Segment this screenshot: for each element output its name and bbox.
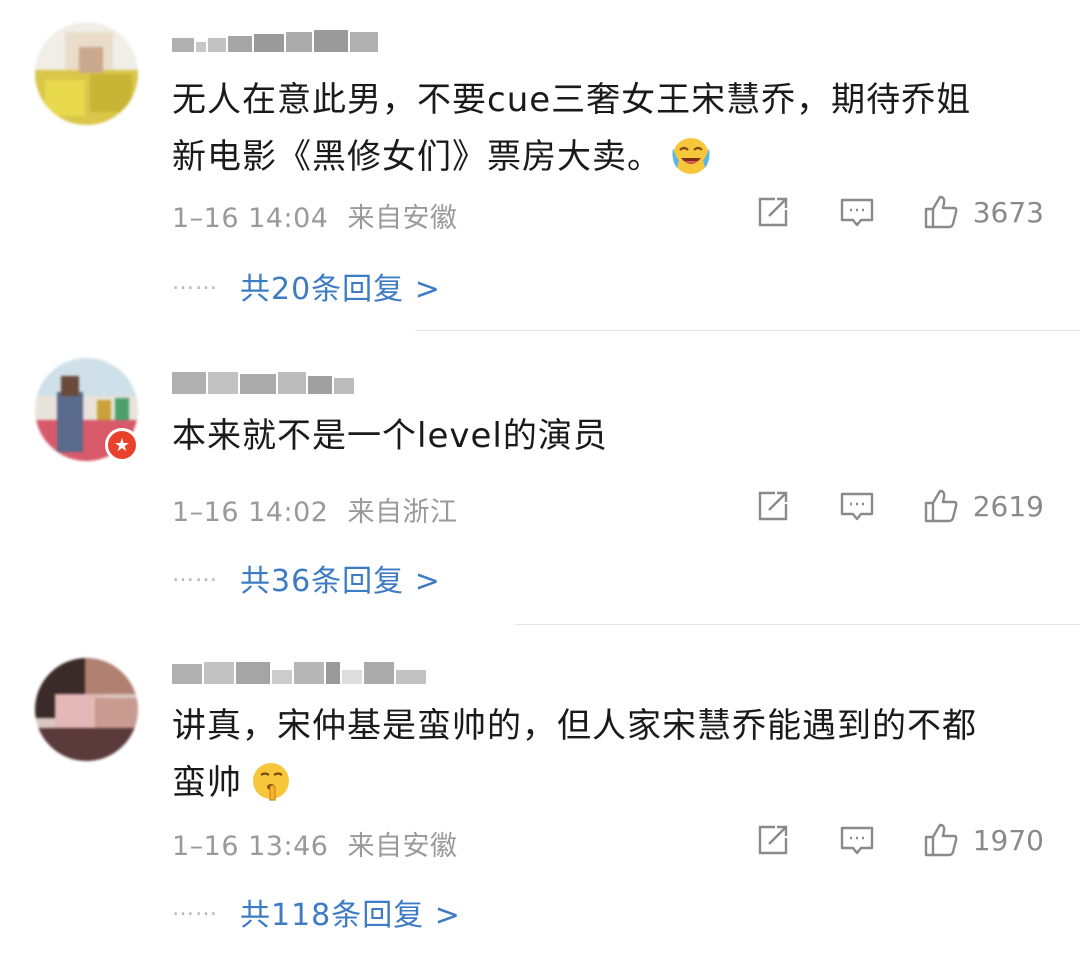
- shushing-face-emoji: [253, 763, 289, 801]
- comment-actions: 3673: [755, 194, 1044, 230]
- comment-meta: 1–16 14:04 来自安徽: [172, 196, 458, 235]
- vip-badge: ★: [105, 428, 139, 462]
- avatar[interactable]: [35, 658, 138, 761]
- comment-icon[interactable]: [839, 488, 875, 524]
- comment-line: 讲真，宋仲基是蛮帅的，但人家宋慧乔能遇到的不都: [172, 706, 977, 746]
- replies-row: …… 共20条回复 >: [172, 264, 441, 308]
- like-button[interactable]: 3673: [923, 194, 1044, 230]
- comment-line: 本来就不是一个level的演员: [172, 416, 608, 456]
- comment-actions: 2619: [755, 488, 1044, 524]
- avatar[interactable]: [35, 22, 138, 125]
- comment-line: 无人在意此男，不要cue三奢女王宋慧乔，期待乔姐: [172, 80, 972, 120]
- reply-dots: ……: [172, 561, 218, 587]
- divider: [515, 624, 1080, 625]
- comment-line: 新电影《黑修女们》票房大卖。: [172, 137, 662, 177]
- view-replies-link[interactable]: 共118条回复 >: [240, 890, 461, 934]
- comment-item: 讲真，宋仲基是蛮帅的，但人家宋慧乔能遇到的不都 蛮帅 1–16 13:46 来自…: [0, 626, 1080, 956]
- like-count: 2619: [972, 489, 1044, 523]
- comment-time: 1–16 13:46: [172, 831, 329, 862]
- share-icon[interactable]: [755, 822, 791, 858]
- username-blurred[interactable]: [172, 30, 378, 52]
- share-icon[interactable]: [755, 194, 791, 230]
- comment-item: ★ 本来就不是一个level的演员 1–16 14:02 来自浙江 2619 ……: [0, 330, 1080, 626]
- comment-text: 无人在意此男，不要cue三奢女王宋慧乔，期待乔姐 新电影《黑修女们》票房大卖。: [172, 72, 1032, 186]
- comment-time: 1–16 14:04: [172, 203, 329, 234]
- comment-meta: 1–16 14:02 来自浙江: [172, 490, 458, 529]
- comment-actions: 1970: [755, 822, 1044, 858]
- username-blurred[interactable]: [172, 662, 426, 684]
- comment-item: 无人在意此男，不要cue三奢女王宋慧乔，期待乔姐 新电影《黑修女们》票房大卖。 …: [0, 0, 1080, 331]
- share-icon[interactable]: [755, 488, 791, 524]
- like-button[interactable]: 2619: [923, 488, 1044, 524]
- replies-row: …… 共118条回复 >: [172, 890, 461, 934]
- comment-location: 来自安徽: [347, 831, 458, 862]
- view-replies-link[interactable]: 共20条回复 >: [240, 264, 441, 308]
- comment-time: 1–16 14:02: [172, 497, 329, 528]
- thumbs-up-icon: [924, 489, 958, 523]
- comment-meta: 1–16 13:46 来自安徽: [172, 824, 458, 863]
- comment-icon[interactable]: [839, 822, 875, 858]
- comment-icon[interactable]: [839, 194, 875, 230]
- reply-dots: ……: [172, 895, 218, 921]
- comment-location: 来自安徽: [347, 203, 458, 234]
- comment-line: 蛮帅: [172, 763, 242, 803]
- comment-text: 讲真，宋仲基是蛮帅的，但人家宋慧乔能遇到的不都 蛮帅: [172, 698, 1032, 812]
- username-blurred[interactable]: [172, 372, 354, 394]
- like-button[interactable]: 1970: [923, 822, 1044, 858]
- comment-location: 来自浙江: [347, 497, 458, 528]
- thumbs-up-icon: [924, 823, 958, 857]
- reply-dots: ……: [172, 269, 218, 295]
- view-replies-link[interactable]: 共36条回复 >: [240, 556, 441, 600]
- laughing-tears-emoji: [672, 138, 710, 174]
- thumbs-up-icon: [924, 195, 958, 229]
- replies-row: …… 共36条回复 >: [172, 556, 441, 600]
- comment-text: 本来就不是一个level的演员: [172, 408, 1032, 465]
- like-count: 3673: [972, 195, 1044, 229]
- like-count: 1970: [972, 823, 1044, 857]
